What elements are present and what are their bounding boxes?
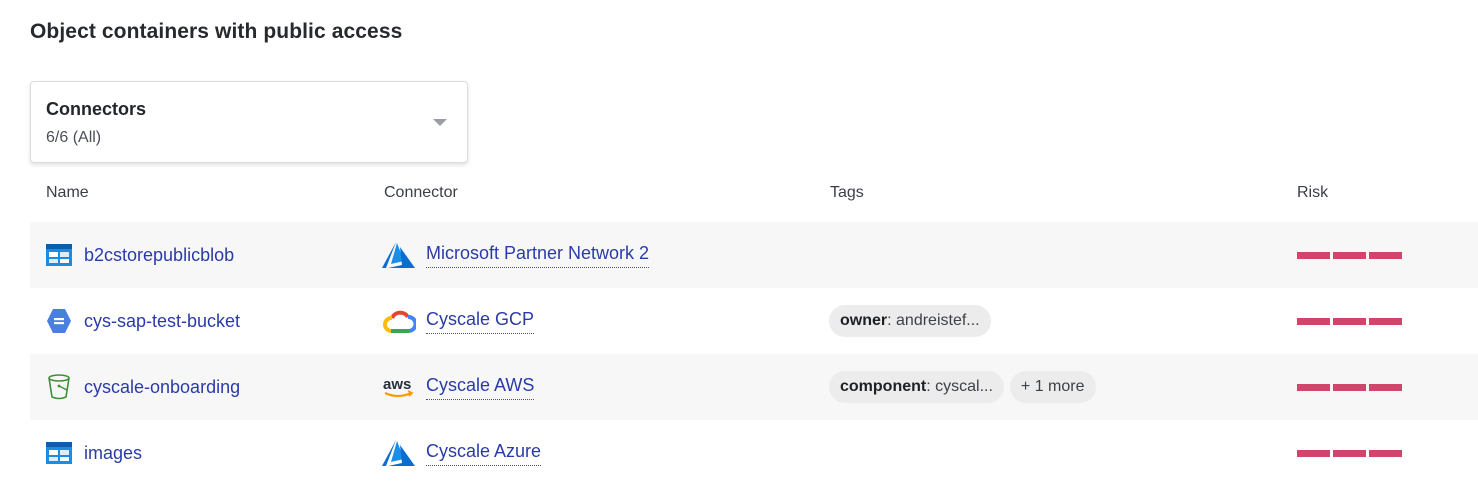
column-header-name[interactable]: Name: [46, 184, 89, 202]
connectors-filter-dropdown[interactable]: Connectors 6/6 (All): [30, 81, 468, 163]
chevron-down-icon: [433, 119, 447, 126]
risk-segment: [1297, 251, 1330, 259]
table-row[interactable]: cyscale-onboarding aws Cyscale AWS compo…: [30, 354, 1478, 420]
risk-segment: [1297, 317, 1330, 325]
azure-storage-icon: [46, 440, 72, 466]
tag-key: component: [840, 378, 927, 395]
tags-cell: component: cyscal... + 1 more: [829, 354, 1096, 420]
risk-indicator: [1297, 288, 1402, 354]
risk-segment: [1333, 449, 1366, 457]
tag-chip[interactable]: owner: andreistef...: [829, 305, 991, 337]
tags-cell: owner: andreistef...: [829, 288, 991, 354]
resource-name-link[interactable]: images: [84, 443, 142, 464]
tag-key: owner: [840, 312, 888, 329]
risk-segment: [1369, 383, 1402, 391]
risk-indicator: [1297, 222, 1402, 288]
azure-logo-icon: [382, 438, 416, 468]
risk-segment: [1297, 383, 1330, 391]
risk-indicator: [1297, 420, 1402, 486]
table-row[interactable]: cys-sap-test-bucket Cyscale GCP owner: a…: [30, 288, 1478, 354]
resource-name-link[interactable]: cys-sap-test-bucket: [84, 311, 240, 332]
table-row[interactable]: b2cstorepublicblob Microsoft Partner Net…: [30, 222, 1478, 288]
connector-link[interactable]: Cyscale GCP: [426, 309, 535, 334]
tag-chip[interactable]: component: cyscal...: [829, 371, 1004, 403]
risk-indicator: [1297, 354, 1402, 420]
aws-logo-icon: aws: [382, 372, 416, 402]
azure-logo-icon: [382, 240, 416, 270]
page-title: Object containers with public access: [30, 20, 403, 43]
connectors-filter-label: Connectors: [46, 99, 147, 119]
risk-segment: [1369, 449, 1402, 457]
risk-segment: [1369, 251, 1402, 259]
connector-link[interactable]: Cyscale Azure: [426, 441, 542, 466]
azure-storage-icon: [46, 242, 72, 268]
table-row[interactable]: images Cyscale Azure: [30, 420, 1478, 486]
gcp-logo-icon: [382, 306, 416, 336]
connector-link[interactable]: Cyscale AWS: [426, 375, 535, 400]
tag-value: : cyscal...: [926, 378, 993, 395]
risk-segment: [1333, 383, 1366, 391]
connectors-filter-value: 6/6 (All): [46, 129, 102, 146]
risk-segment: [1369, 317, 1402, 325]
column-header-tags: Tags: [830, 184, 864, 201]
risk-segment: [1333, 317, 1366, 325]
risk-segment: [1297, 449, 1330, 457]
more-tags-button[interactable]: + 1 more: [1009, 371, 1096, 403]
gcp-storage-icon: [46, 308, 72, 334]
connector-link[interactable]: Microsoft Partner Network 2: [426, 243, 650, 268]
tag-value: : andreistef...: [887, 312, 980, 329]
svg-text:aws: aws: [383, 376, 411, 393]
risk-segment: [1333, 251, 1366, 259]
s3-bucket-icon: [46, 374, 72, 400]
column-header-risk[interactable]: Risk: [1297, 184, 1328, 202]
column-header-connector[interactable]: Connector: [384, 184, 458, 202]
table-header: Name Connector Tags Risk: [30, 180, 1478, 220]
resource-name-link[interactable]: b2cstorepublicblob: [84, 245, 234, 266]
resource-name-link[interactable]: cyscale-onboarding: [84, 377, 240, 398]
